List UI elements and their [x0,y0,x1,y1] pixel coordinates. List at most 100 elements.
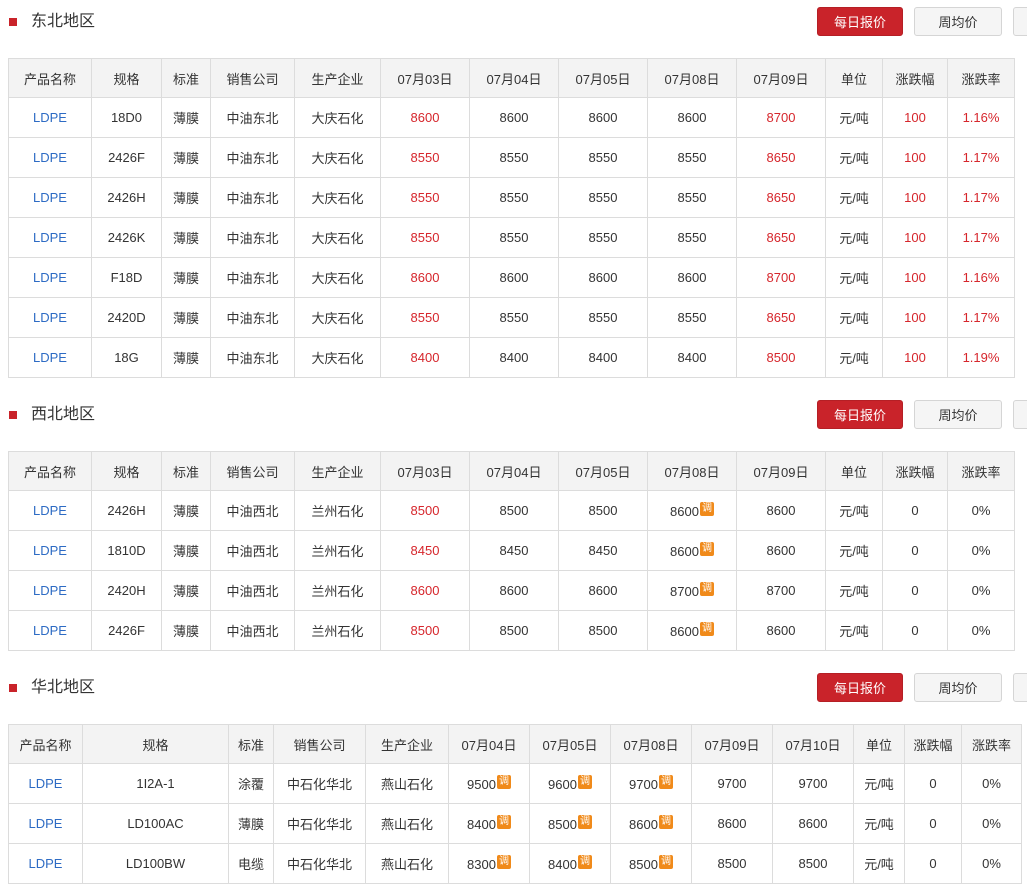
daily-quote-button[interactable]: 每日报价 [817,7,903,36]
table-cell: 中油东北 [210,217,295,258]
table-cell: 大庆石化 [294,257,381,298]
table-cell: 薄膜 [161,570,211,611]
table-cell: 8600 [558,97,648,138]
section-marker-icon [9,18,17,26]
price-value: 9500 [467,777,496,792]
more-button[interactable] [1013,7,1027,36]
table-row: LDPE LD100BW 电缆 中石化华北 燕山石化 8300 调 8400 调 8500 调 850… [8,843,1022,884]
product-link[interactable]: LDPE [8,297,92,338]
column-header: 涨跌幅 [882,58,948,98]
weekly-average-button[interactable]: 周均价 [914,400,1002,429]
table-cell: 8550 [558,137,648,178]
table-cell: 2420H [91,570,162,611]
table-cell: 中油西北 [210,610,295,651]
table-cell: 8400 [380,337,470,378]
product-link[interactable]: LDPE [8,490,92,531]
table-cell: 2426F [91,137,162,178]
product-link[interactable]: LDPE [8,257,92,298]
table-row: LDPE 2426F 薄膜 中油东北 大庆石化 8550 8550 8550 8550 8650 元… [8,137,1015,178]
column-header: 07月04日 [469,58,559,98]
product-link[interactable]: LDPE [8,217,92,258]
table-cell: 8500 [691,843,773,884]
table-cell: 大庆石化 [294,217,381,258]
price-value: 8500 [629,857,658,872]
product-link[interactable]: LDPE [8,570,92,611]
table-cell: 燕山石化 [365,843,449,884]
table-cell: 8400 [647,337,737,378]
table-cell: 8650 [736,297,826,338]
column-header: 销售公司 [210,58,295,98]
daily-quote-button[interactable]: 每日报价 [817,673,903,702]
daily-quote-button[interactable]: 每日报价 [817,400,903,429]
table-cell: 燕山石化 [365,763,449,804]
table-cell: 薄膜 [161,257,211,298]
weekly-average-button[interactable]: 周均价 [914,7,1002,36]
table-cell: 0% [961,803,1022,844]
table-cell: 8450 [558,530,648,571]
column-header: 07月05日 [558,58,648,98]
weekly-average-button[interactable]: 周均价 [914,673,1002,702]
table-cell: 燕山石化 [365,803,449,844]
table-row: LDPE 2426H 薄膜 中油西北 兰州石化 8500 8500 8500 8600 调 8600… [8,490,1015,531]
region-section-north: 华北地区 每日报价 周均价 产品名称 规格 标准 销售公司 生产企业 07月04日 07月0… [0,666,1027,884]
table-cell: 8550 [380,177,470,218]
table-cell: 18D0 [91,97,162,138]
table-cell: 1.17% [947,217,1015,258]
table-cell: 薄膜 [161,610,211,651]
table-cell: 9600 调 [529,763,611,804]
price-adjusted-icon: 调 [699,622,714,636]
table-cell: 8500 [736,337,826,378]
table-cell: 中油东北 [210,137,295,178]
table-cell: 中油西北 [210,570,295,611]
table-cell: 8550 [469,137,559,178]
table-cell: 中石化华北 [273,803,366,844]
table-cell: 大庆石化 [294,97,381,138]
table-cell: 元/吨 [825,570,883,611]
table-cell: 薄膜 [161,177,211,218]
table-cell: 1.17% [947,177,1015,218]
product-link[interactable]: LDPE [8,97,92,138]
product-link[interactable]: LDPE [8,610,92,651]
column-header: 07月09日 [736,58,826,98]
table-cell: 9700 [691,763,773,804]
product-link[interactable]: LDPE [8,137,92,178]
column-header: 标准 [228,724,274,764]
price-table: 产品名称 规格 标准 销售公司 生产企业 07月03日 07月04日 07月05日 07月08日… [8,58,1015,378]
table-cell: 中油东北 [210,97,295,138]
column-header: 产品名称 [8,451,92,491]
column-header: 单位 [825,451,883,491]
column-header: 销售公司 [210,451,295,491]
column-header: 07月05日 [558,451,648,491]
product-link[interactable]: LDPE [8,843,83,884]
table-cell: 2426H [91,177,162,218]
table-cell: 8600 调 [610,803,692,844]
more-button[interactable] [1013,673,1027,702]
table-cell: 8400 [469,337,559,378]
price-value: 8400 [548,857,577,872]
table-cell: 100 [882,217,948,258]
table-cell: 0 [882,610,948,651]
table-cell: 元/吨 [825,177,883,218]
table-cell: 9700 调 [610,763,692,804]
table-header-row: 产品名称 规格 标准 销售公司 生产企业 07月03日 07月04日 07月05日 07月08日… [8,451,1015,491]
product-link[interactable]: LDPE [8,337,92,378]
table-cell: 中油西北 [210,490,295,531]
product-link[interactable]: LDPE [8,530,92,571]
table-cell: 8600 [380,257,470,298]
product-link[interactable]: LDPE [8,803,83,844]
table-cell: 0 [904,763,962,804]
table-row: LDPE 1810D 薄膜 中油西北 兰州石化 8450 8450 8450 8600 调 8600… [8,530,1015,571]
more-button[interactable] [1013,400,1027,429]
product-link[interactable]: LDPE [8,763,83,804]
table-cell: 8400 调 [448,803,530,844]
column-header: 07月09日 [691,724,773,764]
product-link[interactable]: LDPE [8,177,92,218]
table-row: LDPE 1I2A-1 涂覆 中石化华北 燕山石化 9500 调 9600 调 9700 调 9700… [8,763,1022,804]
table-cell: 8600 [469,257,559,298]
table-cell: 8600 [380,570,470,611]
price-adjusted-icon: 调 [658,855,673,869]
table-row: LDPE 2426F 薄膜 中油西北 兰州石化 8500 8500 8500 8600 调 8600… [8,610,1015,651]
table-cell: 8450 [469,530,559,571]
table-row: LDPE 18D0 薄膜 中油东北 大庆石化 8600 8600 8600 8600 8700 元/… [8,97,1015,138]
table-row: LDPE 2426K 薄膜 中油东北 大庆石化 8550 8550 8550 8550 8650 元… [8,217,1015,258]
